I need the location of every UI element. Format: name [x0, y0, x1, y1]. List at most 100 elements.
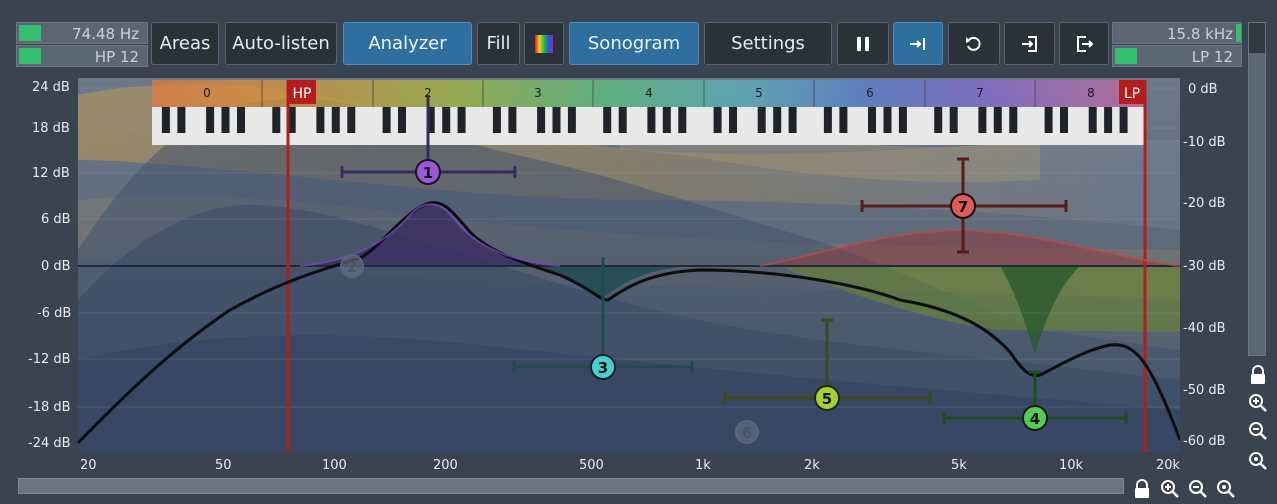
zoom-out-icon[interactable] — [1247, 420, 1269, 442]
high-filter-active-indicator[interactable] — [1115, 48, 1137, 64]
y-label-left: 6 dB — [41, 212, 71, 227]
piano-black-key — [713, 107, 722, 133]
piano-black-key — [603, 107, 612, 133]
zoom-out-icon[interactable] — [1187, 478, 1209, 500]
color-spectrum-icon — [535, 35, 553, 53]
import-icon — [1021, 36, 1037, 52]
x-label: 200 — [433, 458, 458, 473]
y-label-right: -60 dB — [1183, 434, 1226, 449]
eq-graph[interactable]: 0 2 3 4 5 6 7 8 HP LP 1 2 3 5 4 6 7 — [0, 78, 1240, 458]
y-label-right: -10 dB — [1183, 135, 1226, 150]
piano-black-key — [398, 107, 406, 133]
high-frequency-field[interactable]: 15.8 kHz — [1112, 22, 1242, 44]
piano-black-key — [206, 107, 215, 133]
high-frequency-active-indicator[interactable] — [1236, 24, 1241, 42]
piano-black-key — [618, 107, 627, 133]
zoom-in-icon[interactable] — [1247, 392, 1269, 414]
y-label-left: -18 dB — [28, 400, 71, 415]
piano-black-key — [662, 107, 671, 133]
y-label-left: 12 dB — [32, 166, 70, 181]
lock-icon[interactable] — [1247, 364, 1269, 386]
zoom-in-icon[interactable] — [1159, 478, 1181, 500]
pause-button[interactable] — [837, 22, 889, 65]
pause-icon — [857, 37, 869, 51]
piano-black-key — [442, 107, 451, 133]
piano-black-key — [177, 107, 186, 133]
octave-label: 6 — [866, 86, 874, 100]
x-label: 5k — [951, 458, 967, 473]
piano-black-key — [1088, 107, 1097, 133]
zoom-reset-icon[interactable] — [1247, 450, 1269, 472]
band-6-marker[interactable]: 6 — [735, 420, 759, 444]
low-frequency-active-indicator[interactable] — [19, 25, 41, 41]
band-2-marker[interactable]: 2 — [340, 254, 364, 278]
piano-black-key — [823, 107, 832, 133]
x-label: 20 — [80, 458, 97, 473]
sonogram-button[interactable]: Sonogram — [569, 22, 699, 65]
octave-label: 0 — [203, 86, 211, 100]
piano-black-key — [978, 107, 987, 133]
vertical-range-scrollbar[interactable] — [1248, 22, 1266, 356]
piano-black-key — [788, 107, 797, 133]
low-filter-field[interactable]: HP 12 — [16, 45, 148, 67]
y-label-left: -24 dB — [28, 436, 71, 451]
auto-listen-button[interactable]: Auto-listen — [225, 22, 337, 65]
low-filter-active-indicator[interactable] — [19, 48, 41, 64]
piano-black-key — [868, 107, 876, 133]
x-label: 2k — [804, 458, 820, 473]
piano-black-key — [839, 107, 848, 133]
piano-black-key — [678, 107, 687, 133]
piano-black-key — [934, 107, 943, 133]
toolbar: 74.48 Hz HP 12 Areas Auto-listen Analyze… — [0, 0, 1277, 78]
lock-icon[interactable] — [1131, 478, 1153, 500]
piano-black-key — [508, 107, 517, 133]
go-to-end-icon — [910, 38, 925, 50]
follow-button[interactable] — [893, 22, 943, 65]
x-label: 1k — [695, 458, 711, 473]
low-pass-label: LP — [1124, 86, 1140, 102]
piano-black-key — [161, 107, 170, 133]
x-label: 500 — [579, 458, 604, 473]
y-label-left: 24 dB — [32, 80, 70, 95]
y-label-left: -12 dB — [28, 352, 71, 367]
piano-black-key — [221, 107, 230, 133]
piano-black-key — [1104, 107, 1113, 133]
y-label-left: -6 dB — [37, 306, 72, 321]
y-label-left: 0 dB — [41, 259, 71, 274]
band-7-label: 7 — [958, 198, 968, 216]
octave-label: 4 — [645, 86, 653, 100]
piano-black-key — [1009, 107, 1018, 133]
piano-black-key — [567, 107, 576, 133]
areas-button[interactable]: Areas — [151, 22, 219, 65]
low-frequency-field[interactable]: 74.48 Hz — [16, 22, 148, 44]
piano-black-key — [1119, 107, 1128, 133]
import-button[interactable] — [1004, 22, 1055, 65]
x-label: 10k — [1059, 458, 1084, 473]
fill-button[interactable]: Fill — [477, 22, 520, 65]
undo-button[interactable] — [948, 22, 1000, 65]
high-filter-field[interactable]: LP 12 — [1112, 45, 1242, 67]
piano-black-key — [537, 107, 546, 133]
piano-black-key — [729, 107, 737, 133]
y-label-right: -50 dB — [1183, 383, 1226, 398]
piano-black-key — [382, 107, 391, 133]
piano-black-key — [331, 107, 340, 133]
y-label-right: -20 dB — [1183, 196, 1226, 211]
piano-black-key — [757, 107, 766, 133]
settings-button[interactable]: Settings — [704, 22, 832, 65]
horizontal-range-scrollbar[interactable] — [18, 478, 1124, 494]
piano-black-key — [552, 107, 561, 133]
analyzer-button[interactable]: Analyzer — [343, 22, 472, 65]
band-2-label: 2 — [347, 258, 357, 276]
piano-black-key — [647, 107, 656, 133]
octave-label: 5 — [755, 86, 763, 100]
band-6-label: 6 — [742, 424, 752, 442]
band-5-label: 5 — [822, 390, 832, 408]
zoom-reset-icon[interactable] — [1215, 478, 1237, 500]
export-button[interactable] — [1059, 22, 1109, 65]
undo-icon — [966, 36, 981, 51]
band-1-label: 1 — [423, 164, 433, 182]
color-spectrum-button[interactable] — [524, 22, 564, 65]
piano-black-key — [1044, 107, 1053, 133]
piano-black-key — [949, 107, 958, 133]
